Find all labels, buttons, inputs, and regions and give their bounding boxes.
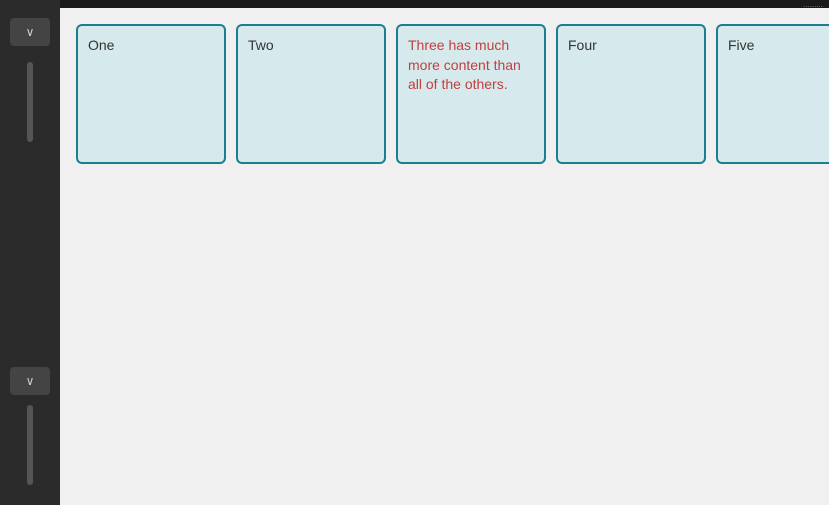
sidebar-scrollbar-bottom[interactable] (27, 405, 33, 485)
card-three[interactable]: Three has much more content than all of … (396, 24, 546, 164)
top-bar: ......... (60, 0, 829, 8)
sidebar-toggle-top[interactable]: ∨ (10, 18, 50, 46)
sidebar-toggle-bottom[interactable]: ∨ (10, 367, 50, 395)
cards-container: One Two Three has much more content than… (76, 24, 813, 164)
card-five[interactable]: Five (716, 24, 829, 164)
sidebar: ∨ ∨ (0, 0, 60, 505)
sidebar-bottom-section: ∨ (10, 367, 50, 505)
card-one-text: One (88, 36, 214, 56)
card-three-text: Three has much more content than all of … (408, 36, 534, 95)
card-five-text: Five (728, 36, 824, 56)
card-four-text: Four (568, 36, 694, 56)
sidebar-scrollbar-top[interactable] (27, 62, 33, 142)
chevron-down-icon: ∨ (26, 25, 35, 39)
card-five-wrapper: Five ... (716, 24, 829, 164)
chevron-down-icon-bottom: ∨ (26, 374, 35, 388)
top-bar-label: ......... (803, 0, 823, 9)
main-content: ......... One Two Three has much more co… (60, 0, 829, 505)
card-two-text: Two (248, 36, 374, 56)
card-four[interactable]: Four (556, 24, 706, 164)
card-two[interactable]: Two (236, 24, 386, 164)
card-one[interactable]: One (76, 24, 226, 164)
